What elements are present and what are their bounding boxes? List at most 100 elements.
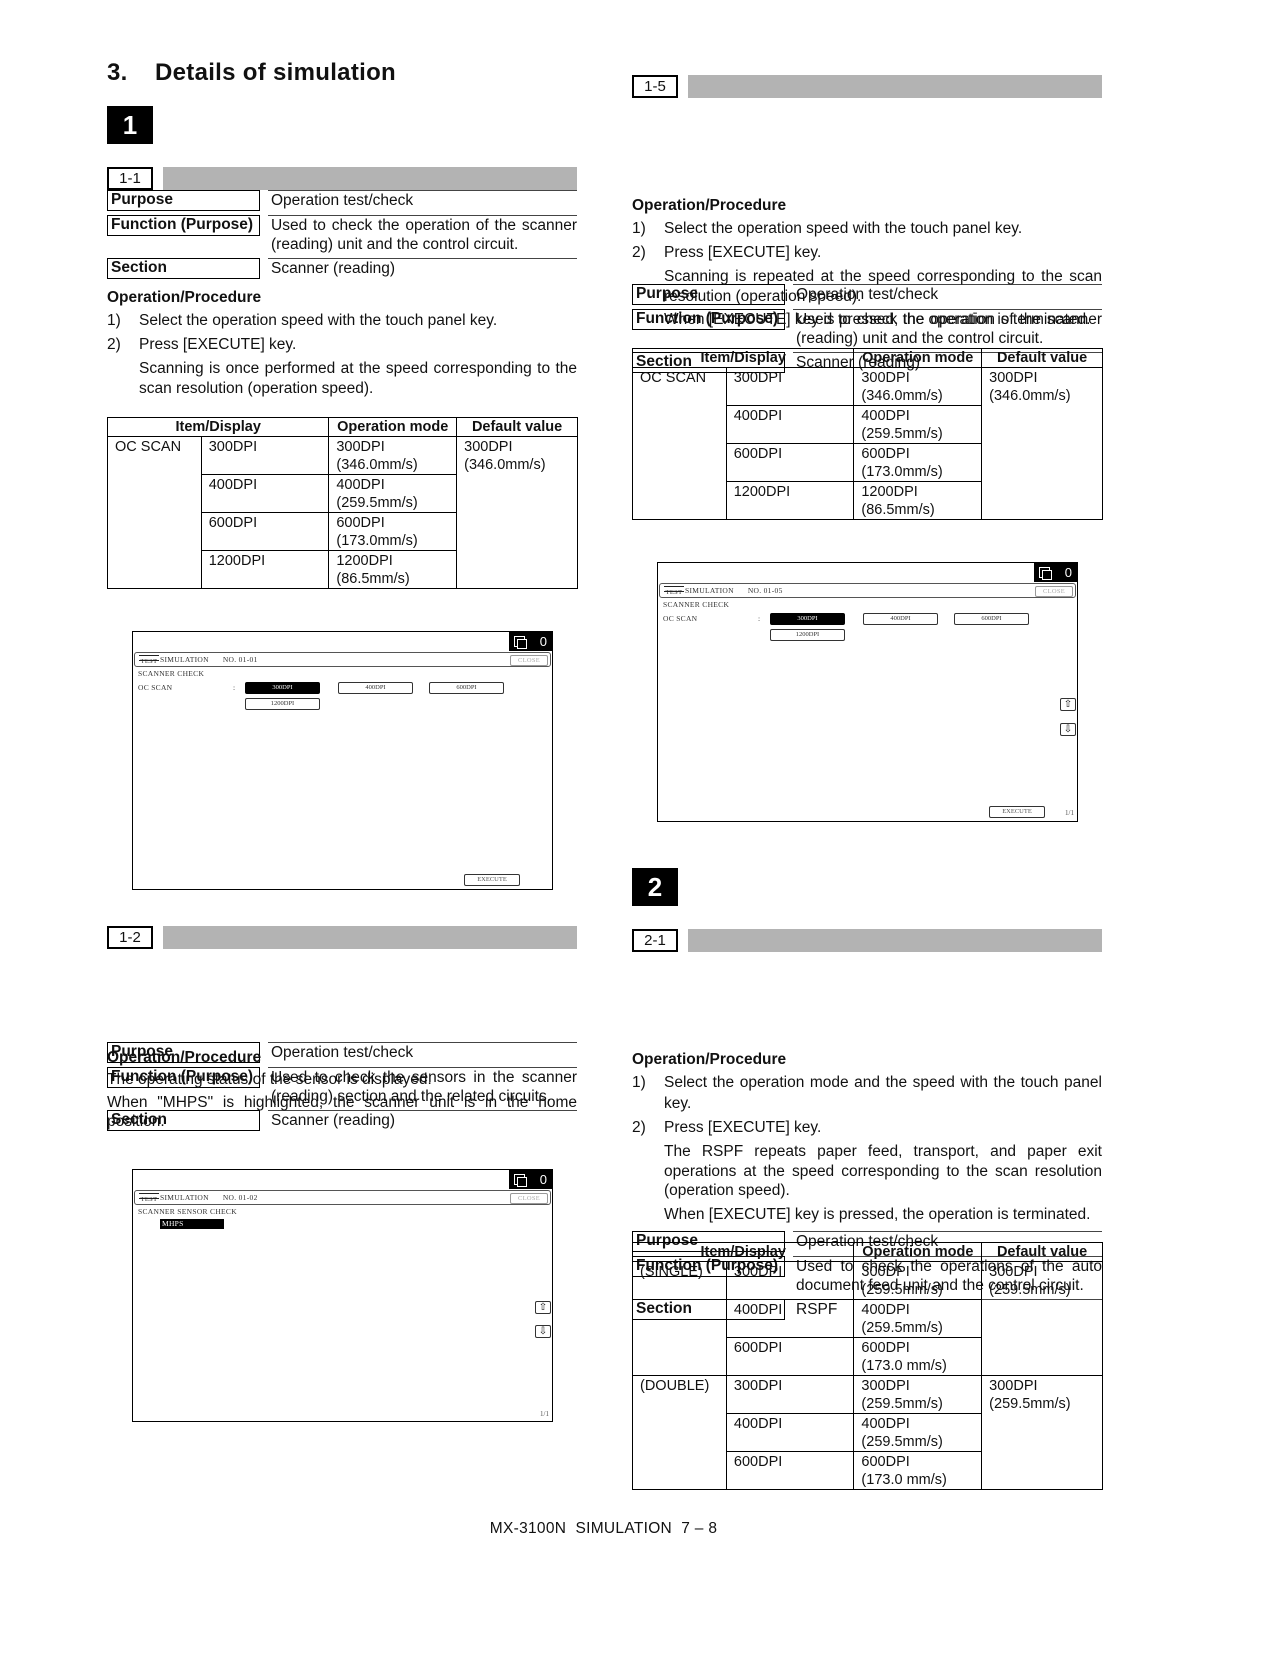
header-default-value: Default value: [456, 417, 578, 437]
dpi-option-button[interactable]: 300DPI: [245, 682, 320, 694]
procedure-1-5: Operation/Procedure 1) Select the operati…: [632, 197, 1102, 330]
procedure-1-1: Operation/Procedure 1) Select the operati…: [107, 289, 577, 398]
procedure-1-2: Operation/Procedure The operating status…: [107, 1049, 577, 1132]
step-text: Select the operation mode and the speed …: [664, 1074, 1102, 1112]
step-text: Select the operation speed with the touc…: [664, 220, 1023, 237]
display-cell: 400DPI: [725, 1299, 855, 1338]
subsection-header-1-5: 1-5: [632, 75, 1102, 98]
procedure-2-1: Operation/Procedure 1) Select the operati…: [632, 1051, 1102, 1224]
step-note: When [EXECUTE] key is pressed, the opera…: [664, 311, 1091, 328]
close-button[interactable]: CLOSE: [510, 1193, 548, 1204]
dpi-option-button[interactable]: 600DPI: [954, 613, 1029, 625]
scroll-down-button[interactable]: ⇩: [1060, 723, 1076, 736]
close-button[interactable]: CLOSE: [510, 655, 548, 666]
header-bar: [688, 929, 1102, 952]
display-cell: 600DPI: [200, 512, 330, 551]
sim-number: NO. 01-01: [222, 655, 258, 664]
function-label: Function (Purpose): [107, 215, 260, 236]
item-cell: (DOUBLE): [632, 1375, 727, 1490]
screen-heading: SCANNER CHECK: [663, 600, 730, 609]
spec-table-1-5: Item/Display Operation mode Default value O…: [631, 348, 1103, 520]
counter-value: 0: [539, 633, 547, 649]
default-value-cell: 300DPI (346.0mm/s): [981, 367, 1103, 520]
subsection-header-1-1: 1-1: [107, 167, 577, 190]
step-number: 1): [632, 220, 646, 237]
header-default-value: Default value: [981, 348, 1103, 368]
display-cell: 1200DPI: [200, 550, 330, 589]
dpi-option-button[interactable]: 400DPI: [863, 613, 938, 625]
default-value-cell: 300DPI (259.5mm/s): [981, 1261, 1103, 1376]
dpi-option-button[interactable]: 400DPI: [338, 682, 413, 694]
section-row: Section Scanner (reading): [107, 258, 577, 279]
paragraph: When "MHPS" is highlighted, the scanner …: [107, 1093, 577, 1131]
header-item-display: Item/Display: [106, 417, 330, 437]
sim-titlebar: TEST SIMULATION NO. 01-01 CLOSE: [134, 652, 551, 667]
dpi-option-button[interactable]: 1200DPI: [245, 698, 320, 710]
subsection-tag: 2-1: [632, 929, 678, 952]
test-logo-icon: TEST: [663, 585, 685, 597]
execute-button[interactable]: EXECUTE: [989, 806, 1045, 818]
copy-icon: [514, 635, 527, 649]
display-cell: 600DPI: [725, 1451, 855, 1490]
test-logo-icon: TEST: [138, 1192, 160, 1204]
step-number: 1): [107, 312, 121, 329]
oc-scan-label: OC SCAN: [138, 683, 173, 692]
sim-titlebar: TEST SIMULATION NO. 01-05 CLOSE: [659, 583, 1076, 598]
function-row: Function (Purpose) Used to check the ope…: [107, 215, 577, 254]
sim-label: SIMULATION: [160, 655, 209, 664]
display-cell: 400DPI: [725, 1413, 855, 1452]
step-note: Scanning is repeated at the speed corres…: [664, 268, 1102, 305]
step-number: 2): [107, 336, 121, 353]
procedure-title: Operation/Procedure: [107, 1049, 262, 1066]
display-cell: 400DPI: [200, 474, 330, 513]
operation-mode-cell: 300DPI (346.0mm/s): [328, 436, 458, 475]
operation-mode-cell: 600DPI (173.0mm/s): [853, 443, 983, 482]
operation-mode-cell: 600DPI (173.0 mm/s): [853, 1451, 983, 1490]
copy-counter: 0: [509, 1169, 553, 1189]
step-text: Press [EXECUTE] key.: [139, 336, 297, 353]
dpi-option-button[interactable]: 1200DPI: [770, 629, 845, 641]
execute-button[interactable]: EXECUTE: [464, 874, 520, 886]
subsection-tag: 1-2: [107, 926, 153, 949]
subsection-header-1-2: 1-2: [107, 926, 577, 949]
step: 1) Select the operation mode and the spee…: [632, 1072, 1102, 1114]
display-cell: 600DPI: [725, 443, 855, 482]
step-note: Scanning is once performed at the speed …: [139, 360, 577, 397]
header-default-value: Default value: [981, 1242, 1103, 1262]
close-button[interactable]: CLOSE: [1035, 586, 1073, 597]
section-number: 3.: [107, 59, 128, 86]
subsection-header-2-1: 2-1: [632, 929, 1102, 952]
item-cell: OC SCAN: [107, 436, 202, 589]
scroll-down-button[interactable]: ⇩: [535, 1325, 551, 1338]
purpose-row: Purpose Operation test/check: [107, 190, 577, 211]
display-cell: 600DPI: [725, 1337, 855, 1376]
procedure-title: Operation/Procedure: [107, 289, 262, 306]
operation-mode-cell: 400DPI (259.5mm/s): [853, 405, 983, 444]
sim-titlebar: TEST SIMULATION NO. 01-02 CLOSE: [134, 1190, 551, 1205]
sim-label: SIMULATION: [160, 1193, 209, 1202]
table-header-row: Item/Display Operation mode Default value: [631, 348, 1103, 368]
copy-icon: [1039, 566, 1052, 580]
paragraph: The operating status of the sensor is di…: [107, 1071, 432, 1088]
step: 1) Select the operation speed with the to…: [632, 218, 1102, 239]
counter-value: 0: [1064, 564, 1072, 580]
touch-panel-screen-1-2: 0 TEST SIMULATION NO. 01-02 CLOSE SCANNE…: [132, 1169, 553, 1422]
page-indicator: 1/1: [1065, 809, 1074, 817]
section-heading: 3. Details of simulation: [107, 59, 396, 87]
step-note: When [EXECUTE] key is pressed, the opera…: [664, 1205, 1091, 1223]
page-indicator: 1/1: [540, 1410, 549, 1418]
colon: :: [758, 614, 761, 623]
display-cell: 300DPI: [725, 367, 855, 406]
section-value: Scanner (reading): [268, 258, 577, 279]
mhps-sensor-indicator: MHPS: [160, 1219, 224, 1229]
operation-mode-cell: 1200DPI (86.5mm/s): [853, 481, 983, 520]
header-bar: [688, 75, 1102, 98]
operation-mode-cell: 400DPI (259.5mm/s): [328, 474, 458, 513]
scroll-up-button[interactable]: ⇧: [1060, 698, 1076, 711]
dpi-option-button[interactable]: 600DPI: [429, 682, 504, 694]
sim-label: SIMULATION: [685, 586, 734, 595]
procedure-title: Operation/Procedure: [632, 1051, 787, 1068]
scroll-up-button[interactable]: ⇧: [535, 1301, 551, 1314]
dpi-option-button[interactable]: 300DPI: [770, 613, 845, 625]
purpose-value: Operation test/check: [268, 190, 577, 211]
